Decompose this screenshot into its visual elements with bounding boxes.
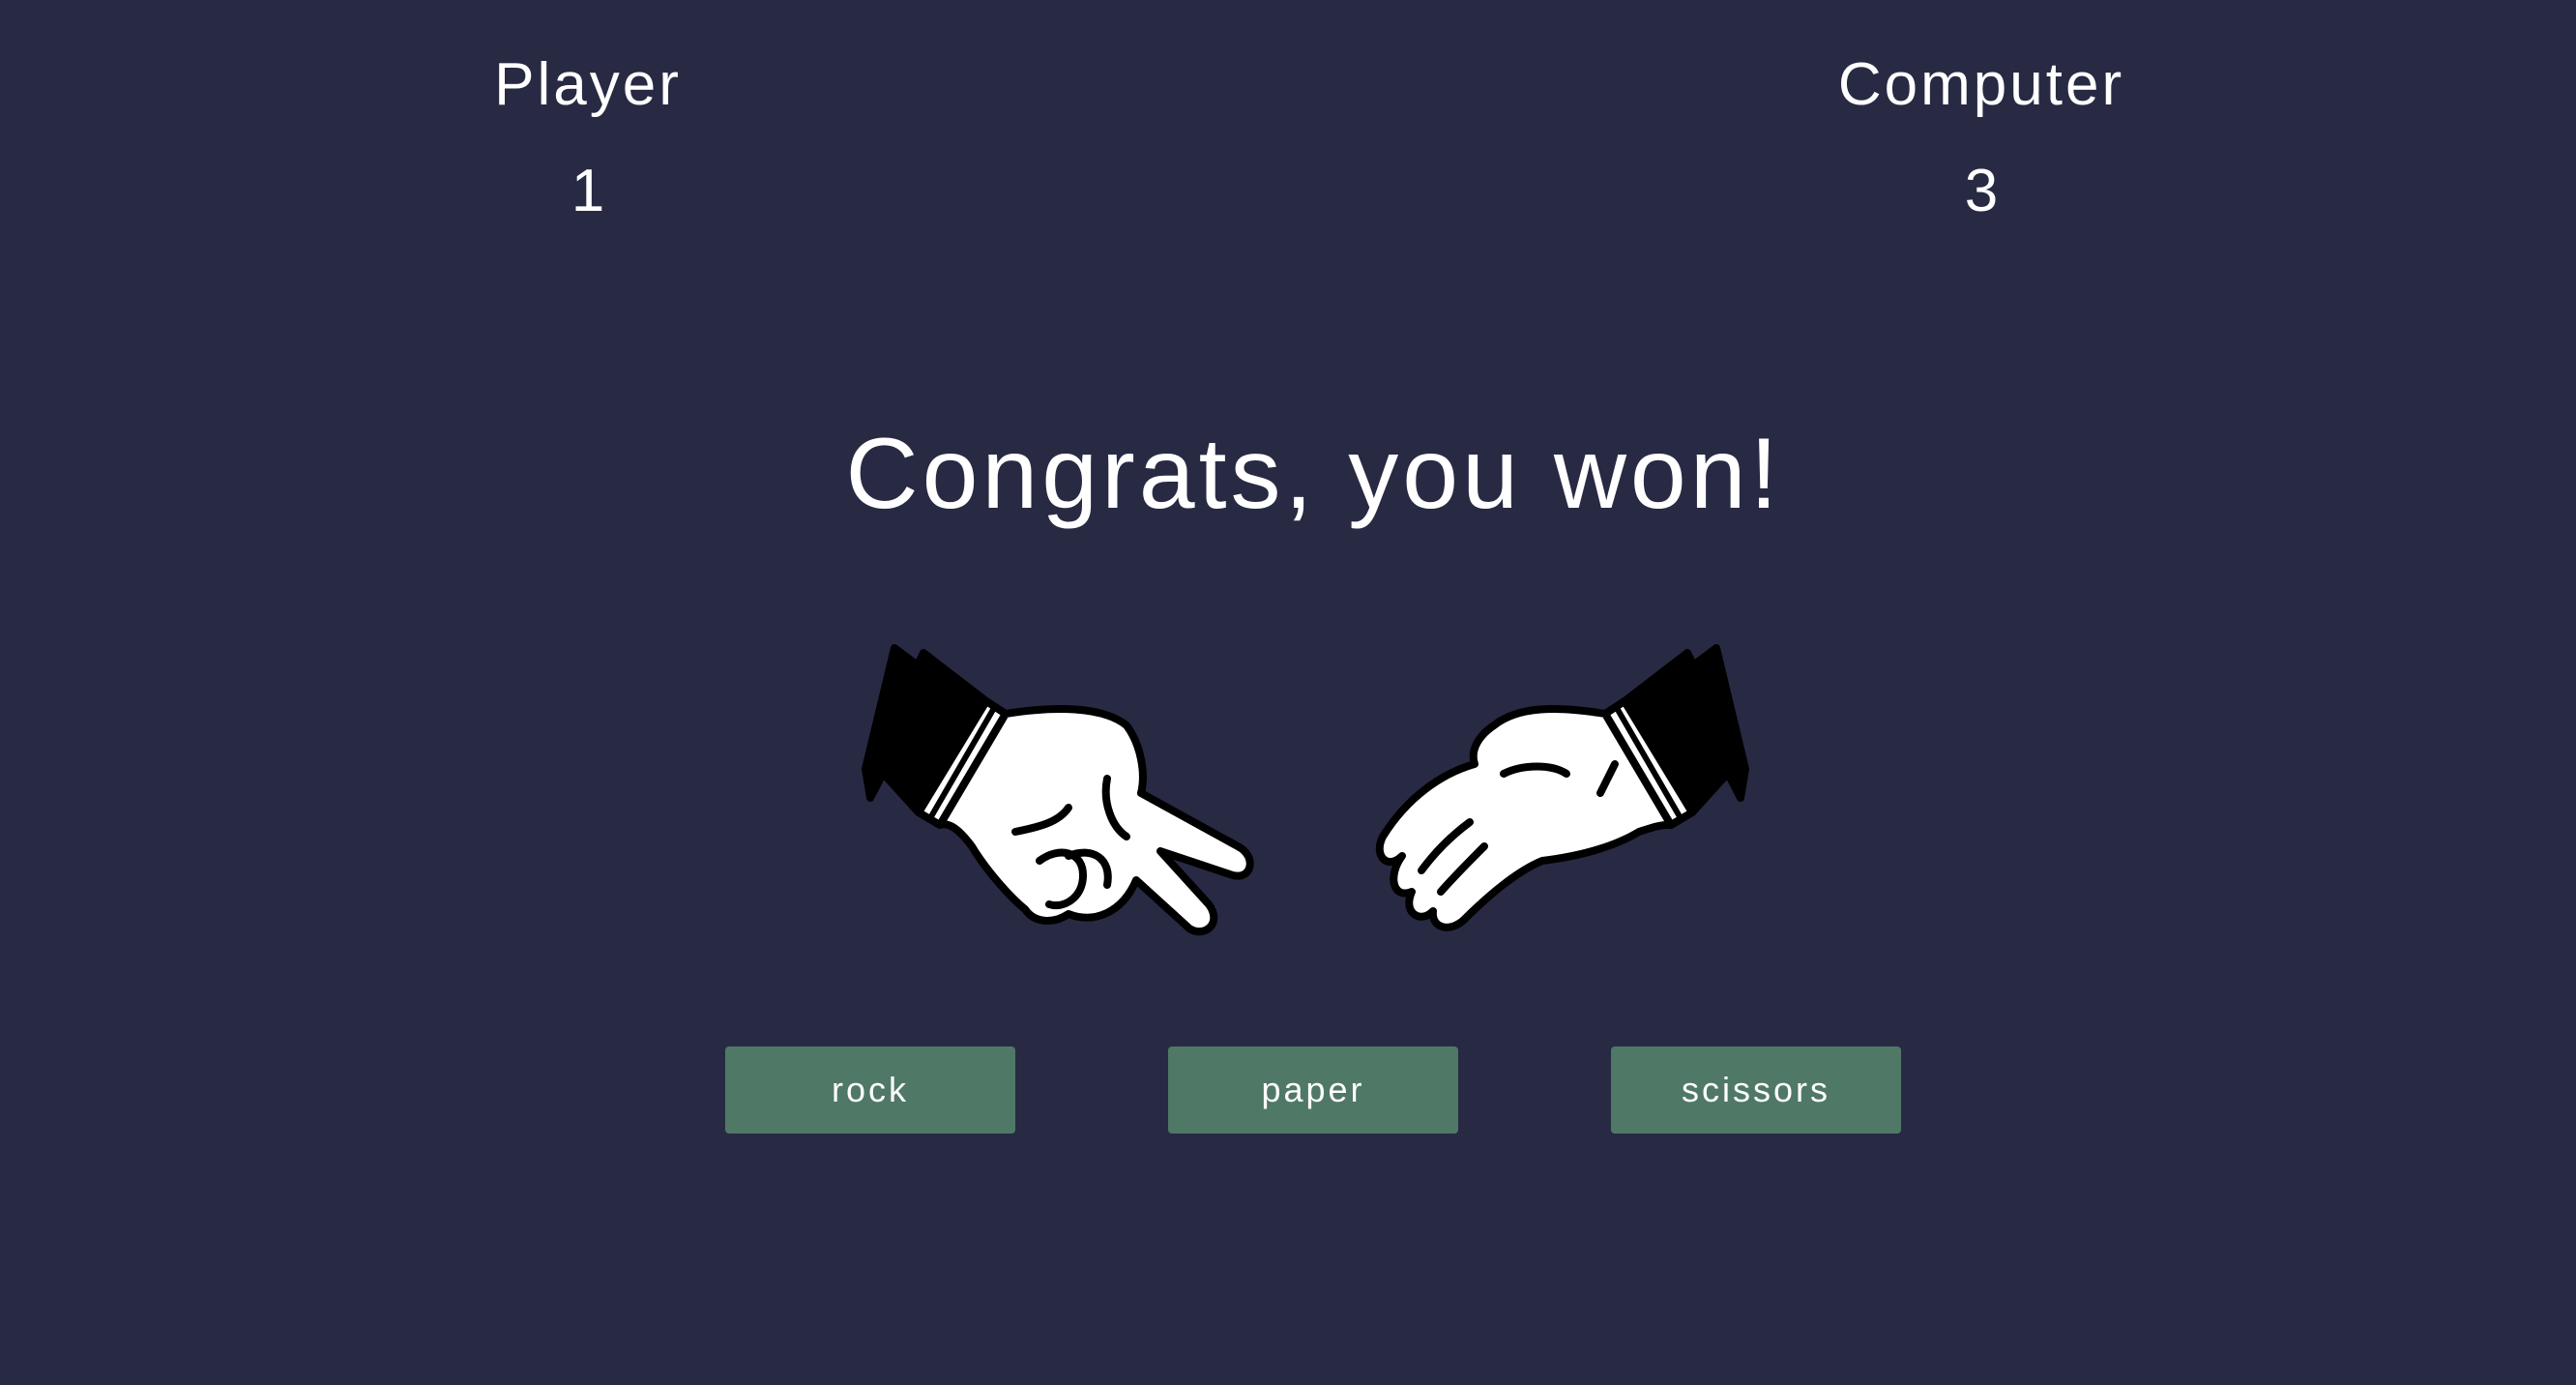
game-screen: Player 1 Computer 3 Congrats, you won! r… — [0, 0, 2576, 1385]
scissors-button[interactable]: scissors — [1611, 1046, 1901, 1134]
computer-label: Computer — [1837, 51, 2125, 118]
player-score: 1 — [571, 158, 605, 224]
hands-display — [851, 638, 1779, 958]
rock-button[interactable]: rock — [725, 1046, 1015, 1134]
result-message: Congrats, you won! — [845, 418, 1782, 530]
paper-button[interactable]: paper — [1168, 1046, 1458, 1134]
paper-hand-icon — [1375, 644, 1749, 931]
computer-score-panel: Computer 3 — [1740, 46, 2223, 230]
player-label: Player — [494, 51, 682, 118]
player-score-panel: Player 1 — [346, 46, 830, 230]
computer-score: 3 — [1964, 158, 1999, 224]
scissors-hand-icon — [862, 644, 1254, 936]
